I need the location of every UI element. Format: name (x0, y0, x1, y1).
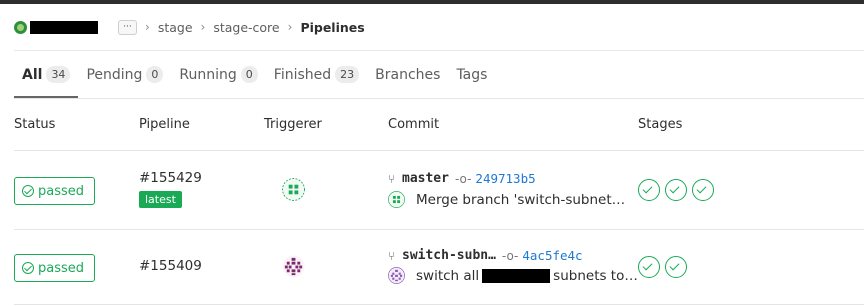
breadcrumb: ··· › stage › stage-core › Pipelines (14, 17, 365, 37)
tab-pending[interactable]: Pending 0 (78, 51, 171, 98)
tab-label: Finished (273, 66, 332, 83)
commit-title-start: switch all (416, 267, 480, 284)
branch-name-link[interactable]: master (402, 171, 449, 186)
table-header: Status Pipeline Triggerer Commit Stages (0, 110, 864, 140)
stage-passed-icon[interactable] (665, 179, 687, 201)
branch-icon: ⑂ (388, 248, 396, 263)
stages-graph (638, 179, 719, 201)
tab-tags[interactable]: Tags (448, 51, 495, 98)
redacted-group-name (30, 20, 98, 34)
commit-icon: -o- (501, 248, 519, 263)
branch-name-link[interactable]: switch-subn… (402, 248, 496, 263)
column-header-pipeline: Pipeline (139, 117, 190, 132)
tab-all[interactable]: All 34 (14, 51, 79, 98)
breadcrumb-separator: › (145, 20, 150, 34)
redacted-text (482, 268, 551, 283)
tab-label: All (22, 66, 43, 83)
column-header-stages: Stages (638, 117, 683, 132)
pipeline-scope-tabs: All 34 Pending 0 Running 0 Finished 23 B… (14, 51, 495, 98)
commit-title-link[interactable]: Merge branch 'switch-subnet… (416, 192, 625, 208)
commit-title-end: subnets to… (553, 267, 638, 284)
commit-sha-link[interactable]: 249713b5 (475, 171, 535, 186)
tab-label: Pending (86, 66, 143, 83)
status-label: passed (38, 260, 85, 276)
column-header-status: Status (14, 117, 56, 132)
breadcrumb-link-stage-core[interactable]: stage-core (213, 20, 279, 35)
top-bar (0, 0, 864, 4)
status-passed-button[interactable]: passed (14, 177, 95, 205)
commit-title-link[interactable]: switch all subnets to… (416, 268, 638, 284)
tab-label: Tags (456, 66, 488, 83)
check-circle-icon (22, 185, 34, 197)
commit-sha-link[interactable]: 4ac5fe4c (522, 248, 582, 263)
commit-ref: ⑂ switch-subn… -o- 4ac5fe4c (388, 248, 583, 263)
stage-passed-icon[interactable] (665, 256, 687, 278)
breadcrumb-current-pipelines[interactable]: Pipelines (300, 20, 364, 35)
status-label: passed (38, 183, 85, 199)
commit-author-avatar[interactable] (388, 267, 405, 284)
check-circle-icon (22, 262, 34, 274)
tabs-divider (14, 98, 864, 99)
table-row: passed #155429 latest ⑂ master -o- 24971… (0, 151, 864, 227)
branch-icon: ⑂ (388, 171, 396, 186)
tab-label: Branches (375, 66, 441, 83)
tab-branches[interactable]: Branches (367, 51, 448, 98)
tab-count-badge: 0 (240, 66, 258, 83)
breadcrumb-link-stage[interactable]: stage (158, 20, 193, 35)
commit-ref: ⑂ master -o- 249713b5 (388, 171, 536, 186)
pipeline-id-link[interactable]: #155409 (139, 258, 202, 274)
tab-count-badge: 34 (46, 66, 71, 83)
tab-count-badge: 0 (146, 66, 164, 83)
stage-passed-icon[interactable] (692, 179, 714, 201)
breadcrumb-more-button[interactable]: ··· (118, 19, 137, 35)
stage-passed-icon[interactable] (638, 179, 660, 201)
latest-badge: latest (139, 191, 182, 208)
column-header-commit: Commit (388, 117, 440, 132)
table-row: passed #155409 ⑂ switch-subn… -o- 4ac5fe… (0, 230, 864, 306)
breadcrumb-separator: › (200, 20, 206, 34)
pipeline-id-link[interactable]: #155429 (139, 170, 202, 186)
triggerer-avatar[interactable] (282, 255, 305, 278)
stages-graph (638, 256, 692, 278)
commit-message: Merge branch 'switch-subnet… (388, 191, 625, 208)
triggerer-avatar[interactable] (282, 178, 305, 201)
commit-message: switch all subnets to… (388, 267, 638, 284)
tab-label: Running (179, 66, 237, 83)
stage-passed-icon[interactable] (638, 256, 660, 278)
row-divider (14, 304, 864, 305)
column-header-triggerer: Triggerer (264, 117, 322, 132)
tab-count-badge: 23 (335, 66, 360, 83)
status-passed-button[interactable]: passed (14, 254, 95, 282)
group-avatar-icon[interactable] (14, 20, 27, 34)
tab-running[interactable]: Running 0 (171, 51, 265, 98)
commit-author-avatar[interactable] (388, 191, 405, 208)
commit-icon: -o- (454, 171, 472, 186)
breadcrumb-separator: › (287, 20, 293, 34)
tab-finished[interactable]: Finished 23 (266, 51, 367, 98)
